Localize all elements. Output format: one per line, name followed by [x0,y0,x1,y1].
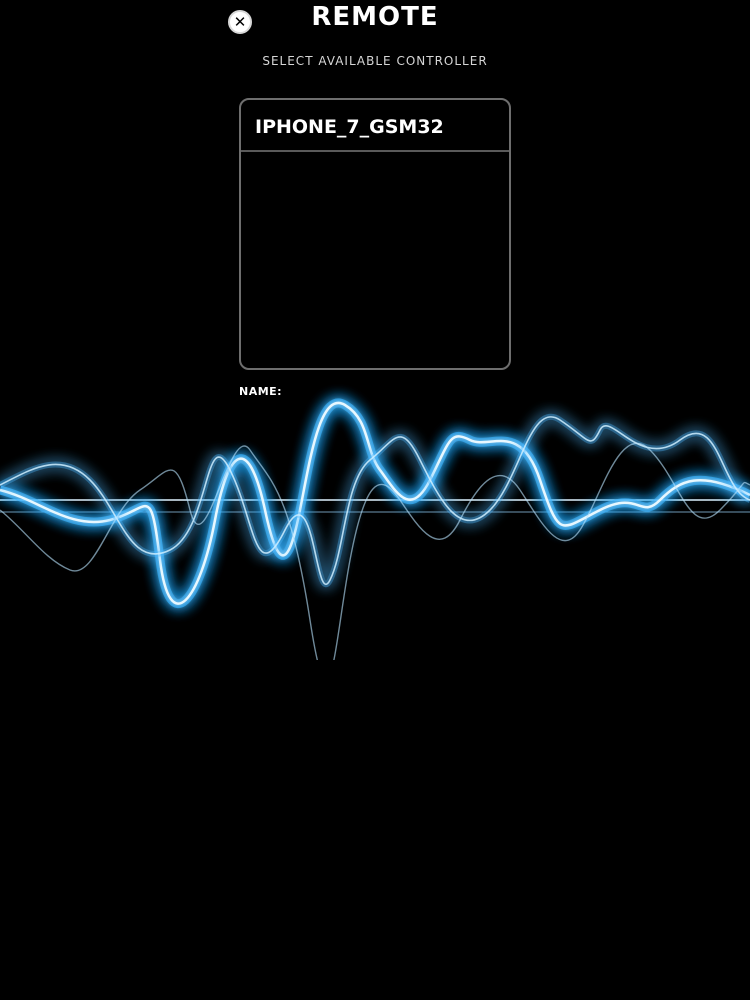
page-subtitle: SELECT AVAILABLE CONTROLLER [262,54,488,68]
page-title: REMOTE [311,2,439,32]
sound-wave-graphic [0,398,750,660]
remote-screen: ✕ REMOTE SELECT AVAILABLE CONTROLLER IPH… [0,0,750,1000]
name-label: NAME: [239,385,283,398]
controller-item-iphone[interactable]: IPHONE_7_GSM32 [241,100,509,152]
controller-list: IPHONE_7_GSM32 [239,98,511,370]
